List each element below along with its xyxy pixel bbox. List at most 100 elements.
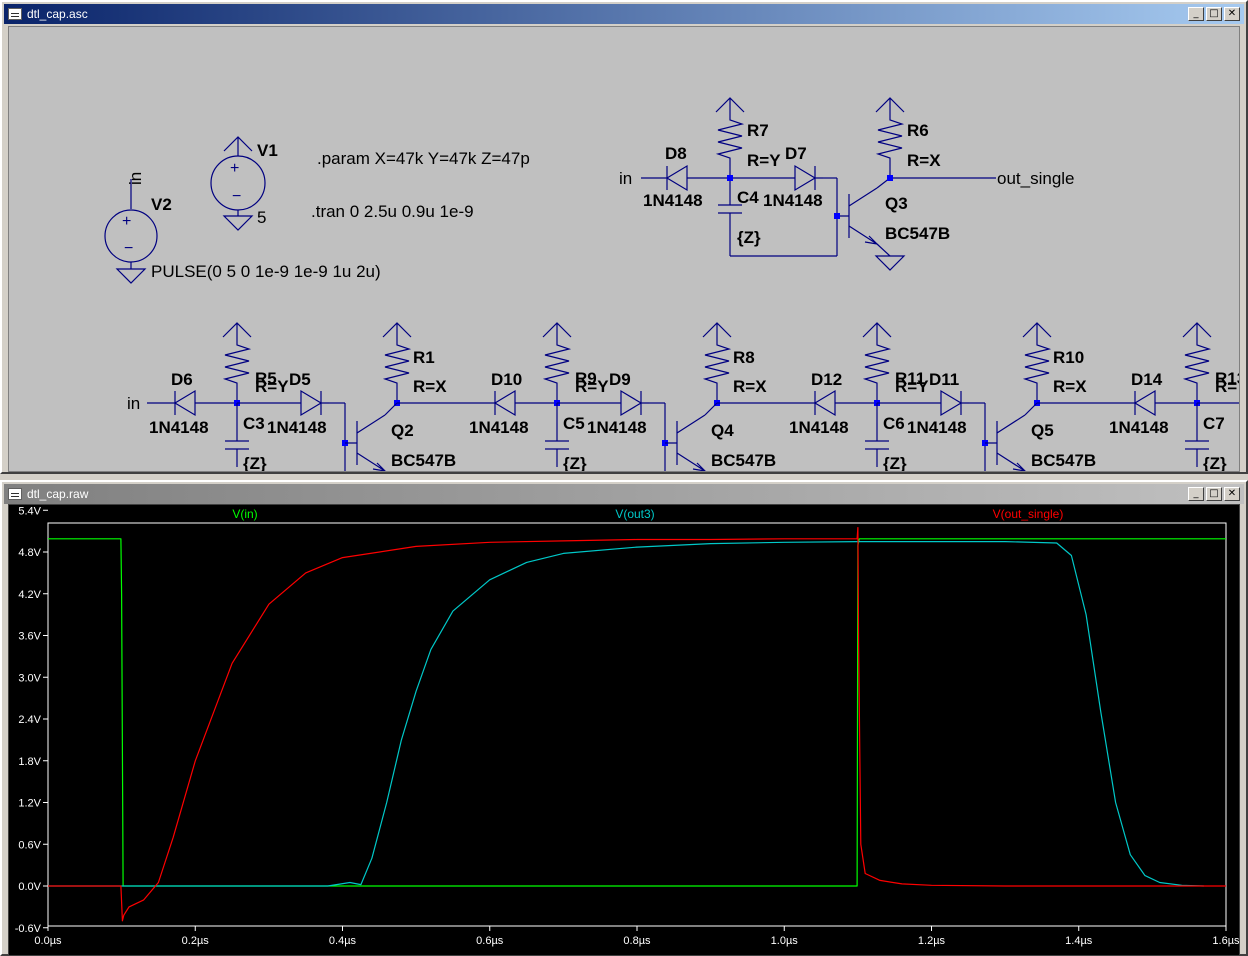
param-directive: .param X=47k Y=47k Z=47p [317, 149, 530, 168]
schematic-canvas[interactable]: + − in V2 PULSE(0 5 0 1e-9 1e-9 1u 2u) +… [8, 26, 1240, 472]
stage-3-cap-value: {Z} [1203, 454, 1227, 471]
x-tick-label: 1.2µs [918, 935, 946, 947]
pulse-directive: PULSE(0 5 0 1e-9 1e-9 1u 2u) [151, 262, 381, 281]
d7-model: 1N4148 [763, 191, 823, 210]
minimize-button[interactable]: _ [1188, 7, 1204, 21]
minimize-button[interactable]: _ [1188, 487, 1204, 501]
restore-button[interactable]: □ [1206, 7, 1222, 21]
waveform-titlebar[interactable]: dtl_cap.raw _ □ ✕ [4, 484, 1244, 504]
d8-label: D8 [665, 144, 687, 163]
legend-entry[interactable]: V(in) [232, 507, 257, 521]
stage-1-dout-label: D9 [609, 370, 631, 389]
stage-1-din-model: 1N4148 [469, 418, 529, 437]
y-tick-label: 1.8V [18, 756, 41, 768]
waveform-app-icon [8, 488, 22, 500]
r6-value: R=X [907, 151, 941, 170]
stage-0-rc-label: R1 [413, 348, 435, 367]
svg-text:+: + [230, 160, 239, 177]
y-tick-label: 3.0V [18, 672, 41, 684]
series-line-1 [48, 540, 1204, 887]
y-tick-label: 4.2V [18, 589, 41, 601]
stage-0-dout-label: D5 [289, 370, 311, 389]
x-tick-label: 0.4µs [329, 935, 357, 947]
stage-2-dout-model: 1N4148 [907, 418, 967, 437]
stage-3-din-model: 1N4148 [1109, 418, 1169, 437]
v1-value: 5 [257, 208, 266, 227]
stage-2-cap-value: {Z} [883, 454, 907, 471]
v2-name: V2 [151, 195, 172, 214]
x-tick-label: 1.4µs [1065, 935, 1093, 947]
v2-net-label: in [126, 172, 145, 185]
stage-0-dout-model: 1N4148 [267, 418, 327, 437]
stage-0-q-label: Q2 [391, 421, 414, 440]
stage-0-rb-value: R=Y [255, 377, 289, 396]
schematic-window: dtl_cap.asc _ □ ✕ + − in V2 PULSE(0 5 0 … [0, 0, 1248, 474]
y-tick-label: 0.0V [18, 881, 41, 893]
q3-model: BC547B [885, 224, 950, 243]
close-button[interactable]: ✕ [1224, 7, 1240, 21]
x-tick-label: 1.6µs [1212, 935, 1240, 947]
chain-input-net: in [127, 394, 140, 413]
schematic-drawing: + − in V2 PULSE(0 5 0 1e-9 1e-9 1u 2u) +… [104, 97, 1240, 471]
stage-2-din-model: 1N4148 [789, 418, 849, 437]
svg-text:−: − [124, 240, 133, 257]
restore-button[interactable]: □ [1206, 487, 1222, 501]
y-tick-label: 1.2V [18, 798, 41, 810]
out-single-net: out_single [997, 169, 1075, 188]
y-tick-label: 4.8V [18, 547, 41, 559]
stage-2-rb-value: R=Y [895, 377, 929, 396]
waveform-plot[interactable]: V(in) V(out3) V(out_single) 5.4V 4.8V 4.2V 3.… [8, 504, 1240, 956]
svg-text:−: − [232, 188, 241, 205]
plot-frame [47, 522, 1227, 927]
waveform-chart: V(in) V(out3) V(out_single) 5.4V 4.8V 4.2V 3.… [15, 505, 1240, 947]
schematic-app-icon [8, 8, 22, 20]
x-tick-label: 0.2µs [182, 935, 210, 947]
series-line-0 [48, 538, 1226, 887]
stage-2-rc-label: R10 [1053, 348, 1084, 367]
stage-0-din-model: 1N4148 [149, 418, 209, 437]
d7-label: D7 [785, 144, 807, 163]
close-button[interactable]: ✕ [1224, 487, 1240, 501]
stage-2-dout-label: D11 [929, 370, 959, 389]
schematic-window-title: dtl_cap.asc [27, 7, 88, 21]
stage-1-q-label: Q4 [711, 421, 734, 440]
r7-label: R7 [747, 121, 769, 140]
stage-2-q-label: Q5 [1031, 421, 1054, 440]
stage-3-din-label: D14 [1131, 370, 1163, 389]
stage-1-cap-label: C5 [563, 414, 585, 433]
legend: V(in) V(out3) V(out_single) [232, 507, 1063, 521]
stage-0-cap-value: {Z} [243, 454, 267, 471]
waveform-window-title: dtl_cap.raw [27, 487, 89, 501]
tran-directive: .tran 0 2.5u 0.9u 1e-9 [311, 202, 474, 221]
stage-0-din-label: D6 [171, 370, 193, 389]
schematic-titlebar[interactable]: dtl_cap.asc _ □ ✕ [4, 4, 1244, 24]
legend-entry[interactable]: V(out3) [615, 507, 654, 521]
stage-0-rc-value: R=X [413, 377, 447, 396]
stage-1-dout-model: 1N4148 [587, 418, 647, 437]
x-tick-label: 0.8µs [623, 935, 651, 947]
stage-3-rb-value: R=Y [1215, 377, 1240, 396]
v1-name: V1 [257, 141, 278, 160]
x-tick-label: 0.0µs [34, 935, 62, 947]
stage-1-rc-label: R8 [733, 348, 755, 367]
r7-value: R=Y [747, 151, 781, 170]
c4-label: C4 [737, 188, 759, 207]
chain-circuit: R5R=YD61N4148 C3{Z}D51N4148R1R=XQ2BC547BR… [149, 322, 1240, 471]
q3-label: Q3 [885, 194, 908, 213]
d8-model: 1N4148 [643, 191, 703, 210]
plot-series [48, 526, 1226, 922]
y-tick-label: 5.4V [18, 505, 41, 517]
schematic-window-controls: _ □ ✕ [1188, 7, 1240, 21]
c4-value: {Z} [737, 228, 761, 247]
r6-label: R6 [907, 121, 929, 140]
stage-3-cap-label: C7 [1203, 414, 1225, 433]
legend-entry[interactable]: V(out_single) [993, 507, 1064, 521]
waveform-window: dtl_cap.raw _ □ ✕ V(in) V(out3) V(out_sing… [0, 480, 1248, 956]
y-tick-label: 3.6V [18, 631, 41, 643]
waveform-window-controls: _ □ ✕ [1188, 487, 1240, 501]
x-tick-label: 1.0µs [771, 935, 799, 947]
stage-2-cap-label: C6 [883, 414, 905, 433]
x-tick-label: 0.6µs [476, 935, 504, 947]
series-line-2 [48, 526, 1226, 922]
y-tick-label: 0.6V [18, 839, 41, 851]
